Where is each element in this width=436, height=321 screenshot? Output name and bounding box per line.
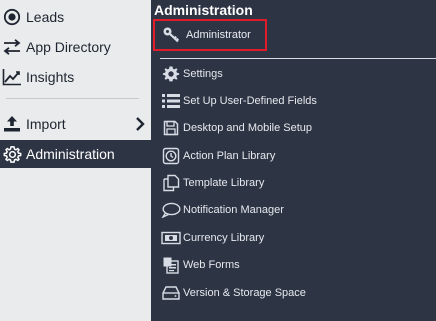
menu-item-label: Web Forms <box>183 259 240 271</box>
chart-icon <box>1 67 23 87</box>
arrows-icon <box>1 37 23 57</box>
sidebar-item-app-directory[interactable]: App Directory <box>0 33 151 61</box>
sidebar-item-label: Administration <box>26 146 115 162</box>
app-root: Leads App Directory Insights Import Admi… <box>0 0 436 321</box>
menu-item-label: Set Up User-Defined Fields <box>183 95 317 107</box>
panel-divider <box>160 58 436 59</box>
menu-item-label: Template Library <box>183 177 265 189</box>
sidebar-item-insights[interactable]: Insights <box>0 63 151 91</box>
speech-bubble-icon <box>161 201 181 219</box>
storage-icon <box>161 284 181 302</box>
menu-item-version-storage[interactable]: Version & Storage Space <box>161 283 306 303</box>
menu-item-settings[interactable]: Settings <box>161 64 223 84</box>
chevron-right-icon[interactable] <box>134 116 146 132</box>
administrator-button[interactable]: Administrator <box>153 19 267 51</box>
menu-item-notification-manager[interactable]: Notification Manager <box>161 200 284 220</box>
menu-item-label: Currency Library <box>183 232 265 244</box>
menu-item-user-defined-fields[interactable]: Set Up User-Defined Fields <box>161 91 317 111</box>
save-icon <box>161 119 181 137</box>
menu-item-label: Action Plan Library <box>183 150 276 162</box>
key-icon <box>162 26 182 44</box>
clock-icon <box>161 147 181 165</box>
sidebar-item-label: Insights <box>26 69 75 85</box>
list-icon <box>161 92 181 110</box>
sidebar-item-import[interactable]: Import <box>0 110 151 138</box>
target-icon <box>1 7 23 27</box>
menu-item-web-forms[interactable]: Web Forms <box>161 255 240 275</box>
sidebar-item-label: Leads <box>26 9 65 25</box>
menu-item-template-library[interactable]: Template Library <box>161 173 264 193</box>
menu-item-desktop-mobile-setup[interactable]: Desktop and Mobile Setup <box>161 118 312 138</box>
menu-item-currency-library[interactable]: Currency Library <box>161 228 264 248</box>
menu-item-action-plan-library[interactable]: Action Plan Library <box>161 146 275 166</box>
page-title: Administration <box>154 2 253 18</box>
sidebar-item-label: Import <box>26 116 66 132</box>
sidebar-item-leads[interactable]: Leads <box>0 3 151 31</box>
sidebar: Leads App Directory Insights Import Admi… <box>0 0 151 321</box>
upload-icon <box>1 114 23 134</box>
copy-icon <box>161 174 181 192</box>
menu-item-label: Settings <box>183 68 223 80</box>
menu-item-label: Desktop and Mobile Setup <box>183 122 313 134</box>
sidebar-divider <box>6 98 139 99</box>
gear-icon <box>161 65 181 83</box>
menu-item-label: Notification Manager <box>183 204 284 216</box>
menu-item-label: Version & Storage Space <box>183 287 306 299</box>
administrator-label: Administrator <box>186 29 251 41</box>
forms-icon <box>161 256 181 274</box>
administration-panel: Administration Administrator Settings Se… <box>151 0 436 321</box>
gear-icon <box>1 144 23 164</box>
sidebar-item-administration[interactable]: Administration <box>0 140 151 168</box>
sidebar-item-label: App Directory <box>26 39 111 55</box>
money-icon <box>161 229 181 247</box>
